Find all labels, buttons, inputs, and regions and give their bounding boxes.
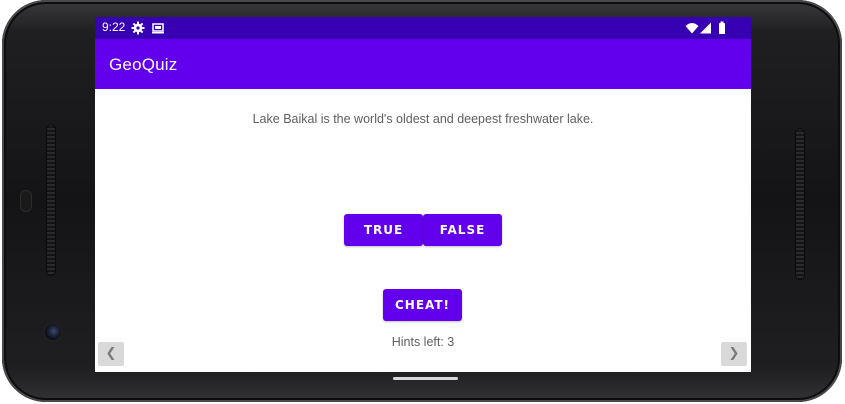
question-text: Lake Baikal is the world's oldest and de… xyxy=(252,112,594,126)
next-question-button[interactable]: ❯ xyxy=(721,342,747,366)
cheat-button[interactable]: CHEAT! xyxy=(383,289,462,321)
gesture-home-bar[interactable] xyxy=(393,377,458,380)
chevron-left-icon: ❮ xyxy=(105,346,117,361)
false-button[interactable]: FALSE xyxy=(423,214,502,246)
previous-question-button[interactable]: ❮ xyxy=(98,342,124,366)
gear-icon xyxy=(131,21,145,35)
front-camera xyxy=(45,324,61,340)
proximity-sensor xyxy=(20,190,32,212)
chevron-right-icon: ❯ xyxy=(728,346,740,361)
status-time: 9:22 xyxy=(102,20,126,34)
signal-icon xyxy=(700,22,711,34)
right-speaker-grille xyxy=(795,128,805,280)
left-speaker-grille xyxy=(46,124,56,276)
app-title: GeoQuiz xyxy=(109,55,178,74)
true-button[interactable]: TRUE xyxy=(344,214,423,246)
battery-icon xyxy=(719,21,725,34)
app-screen: 9:22 GeoQuiz Lake Baikal is the world's … xyxy=(95,17,751,372)
hints-left-text: Hints left: 3 xyxy=(391,335,455,349)
cast-icon xyxy=(152,23,164,34)
status-bar: 9:22 xyxy=(95,17,751,39)
wifi-icon xyxy=(685,23,699,34)
app-bar: GeoQuiz xyxy=(95,39,751,89)
